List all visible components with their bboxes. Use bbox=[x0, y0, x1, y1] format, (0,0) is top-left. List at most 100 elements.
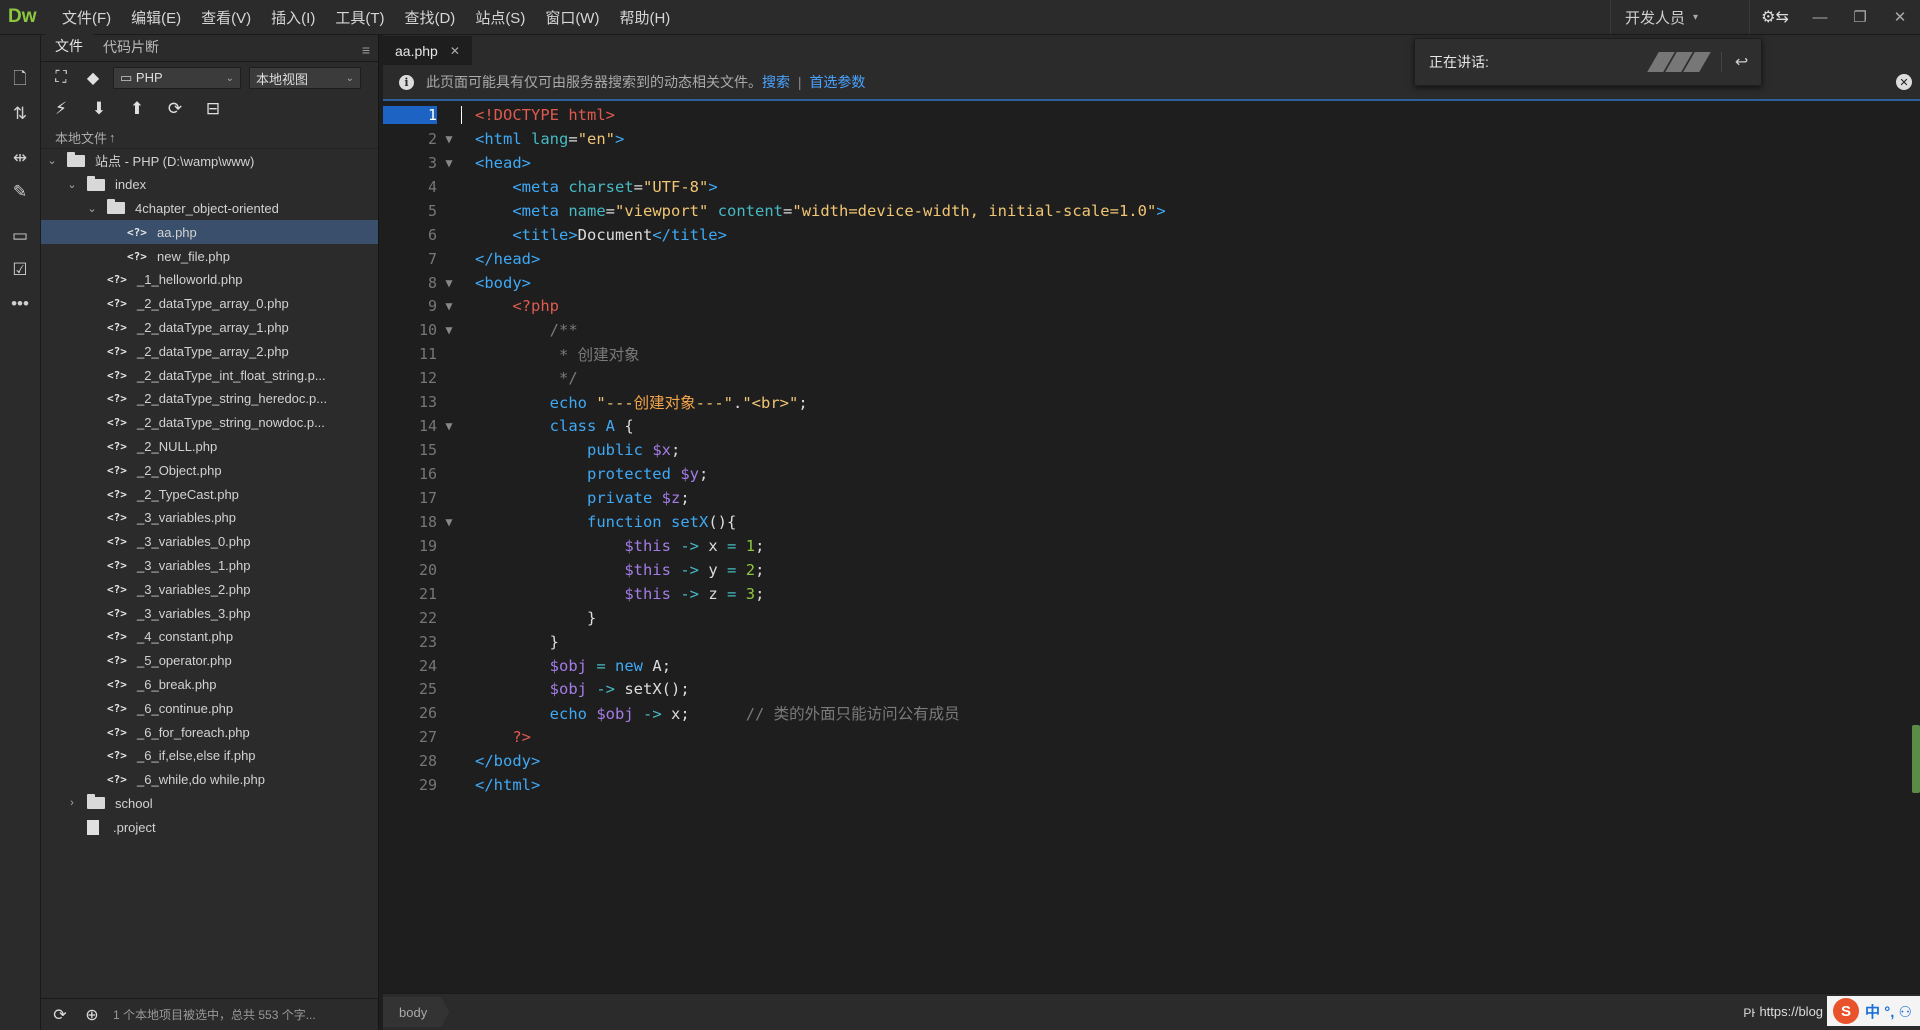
menu-item[interactable]: 插入(I) bbox=[261, 7, 325, 28]
code-line[interactable]: 26 echo $obj -> x; // 类的外面只能访问公有成员 bbox=[383, 701, 1920, 725]
file-transfer-icon[interactable]: ⇅ bbox=[0, 97, 40, 131]
preferences-link[interactable]: 首选参数 bbox=[809, 74, 865, 90]
tree-file[interactable]: <?> _3_variables_0.php bbox=[41, 530, 378, 554]
tab-aa-php[interactable]: aa.php ✕ bbox=[383, 36, 472, 65]
tree-file[interactable]: <?> _6_for_foreach.php bbox=[41, 720, 378, 744]
new-file-icon[interactable]: 🗋 bbox=[0, 63, 40, 97]
code-view[interactable]: 1 <!DOCTYPE html> 2 ▼ <html lang="en"> 3 ▼ <hea… bbox=[383, 103, 1920, 988]
refresh-icon[interactable]: ⟳ bbox=[49, 1005, 71, 1025]
code-line[interactable]: 25 $obj -> setX(); bbox=[383, 678, 1920, 702]
site-select[interactable]: ▭ PHP ⌄ bbox=[113, 67, 241, 89]
code-line[interactable]: 28 </body> bbox=[383, 749, 1920, 773]
code-line[interactable]: 4 <meta charset="UTF-8"> bbox=[383, 175, 1920, 199]
menu-item[interactable]: 工具(T) bbox=[325, 7, 394, 28]
code-line[interactable]: 9 ▼ <?php bbox=[383, 295, 1920, 319]
chevron-down-icon[interactable]: ⌄ bbox=[85, 202, 99, 215]
code-line[interactable]: 2 ▼ <html lang="en"> bbox=[383, 127, 1920, 151]
ime-mode-text[interactable]: 中 °, ⚇ bbox=[1865, 1001, 1912, 1022]
tree-file[interactable]: <?> _2_dataType_int_float_string.p... bbox=[41, 363, 378, 387]
code-line[interactable]: 3 ▼ <head> bbox=[383, 151, 1920, 175]
tree-file[interactable]: .project bbox=[41, 815, 378, 839]
fold-toggle-icon[interactable]: ▼ bbox=[437, 515, 461, 529]
scrollbar-thumb[interactable] bbox=[1912, 725, 1920, 793]
tree-file[interactable]: <?> _6_if,else,else if.php bbox=[41, 744, 378, 768]
code-line[interactable]: 24 $obj = new A; bbox=[383, 654, 1920, 678]
more-icon[interactable]: ••• bbox=[0, 287, 40, 321]
menu-item[interactable]: 帮助(H) bbox=[609, 7, 680, 28]
tree-file[interactable]: <?> _2_dataType_array_1.php bbox=[41, 316, 378, 340]
close-button[interactable]: ✕ bbox=[1880, 8, 1920, 26]
menu-item[interactable]: 站点(S) bbox=[465, 7, 535, 28]
chevron-down-icon[interactable]: ⌄ bbox=[65, 178, 79, 191]
tree-file[interactable]: <?> _2_dataType_string_nowdoc.p... bbox=[41, 411, 378, 435]
put-files-icon[interactable]: ⬆ bbox=[125, 99, 149, 119]
menu-item[interactable]: 编辑(E) bbox=[121, 7, 191, 28]
code-line[interactable]: 12 */ bbox=[383, 366, 1920, 390]
tree-file[interactable]: <?> _6_continue.php bbox=[41, 696, 378, 720]
tree-file[interactable]: <?> _2_TypeCast.php bbox=[41, 482, 378, 506]
fold-toggle-icon[interactable]: ▼ bbox=[437, 419, 461, 433]
fold-toggle-icon[interactable]: ▼ bbox=[437, 323, 461, 337]
fold-toggle-icon[interactable]: ▼ bbox=[437, 276, 461, 290]
chevron-right-icon[interactable]: › bbox=[65, 797, 79, 809]
code-line[interactable]: 19 $this -> x = 1; bbox=[383, 534, 1920, 558]
tab-files[interactable]: 文件 bbox=[45, 32, 93, 61]
code-line[interactable]: 11 * 创建对象 bbox=[383, 342, 1920, 366]
expand-panel-icon[interactable]: ⊟ bbox=[201, 99, 225, 119]
tree-file[interactable]: <?> _3_variables.php bbox=[41, 506, 378, 530]
menu-item[interactable]: 查找(D) bbox=[394, 7, 465, 28]
tree-folder[interactable]: ⌄ 4chapter_object-oriented bbox=[41, 197, 378, 221]
tree-file[interactable]: <?> aa.php bbox=[41, 220, 378, 245]
expand-icon[interactable]: ⇹ bbox=[0, 141, 40, 175]
close-icon[interactable]: ✕ bbox=[450, 44, 460, 58]
code-line[interactable]: 21 $this -> z = 3; bbox=[383, 582, 1920, 606]
panel-menu-icon[interactable]: ≡ bbox=[362, 42, 370, 58]
code-line[interactable]: 6 <title>Document</title> bbox=[383, 223, 1920, 247]
tree-file[interactable]: <?> _2_dataType_array_0.php bbox=[41, 292, 378, 316]
fold-toggle-icon[interactable]: ▼ bbox=[437, 299, 461, 313]
tree-file[interactable]: <?> _4_constant.php bbox=[41, 625, 378, 649]
web-sync-icon[interactable]: ⊕ bbox=[81, 1005, 103, 1025]
code-line[interactable]: 20 $this -> y = 2; bbox=[383, 558, 1920, 582]
code-line[interactable]: 14 ▼ class A { bbox=[383, 414, 1920, 438]
code-line[interactable]: 15 public $x; bbox=[383, 438, 1920, 462]
tree-file[interactable]: <?> _1_helloworld.php bbox=[41, 268, 378, 292]
code-line[interactable]: 29 </html> bbox=[383, 773, 1920, 797]
code-line[interactable]: 10 ▼ /** bbox=[383, 318, 1920, 342]
tree-file[interactable]: <?> _2_Object.php bbox=[41, 458, 378, 482]
tree-file[interactable]: <?> _2_NULL.php bbox=[41, 435, 378, 459]
git-icon[interactable]: ◆ bbox=[81, 66, 105, 90]
code-line[interactable]: 13 echo "---创建对象---"."<br>"; bbox=[383, 390, 1920, 414]
tree-file[interactable]: <?> _6_break.php bbox=[41, 673, 378, 697]
reply-icon[interactable]: ↩ bbox=[1721, 52, 1761, 72]
tree-file[interactable]: <?> _2_dataType_string_heredoc.p... bbox=[41, 387, 378, 411]
fold-toggle-icon[interactable]: ▼ bbox=[437, 156, 461, 170]
brush-icon[interactable]: ✎ bbox=[0, 175, 40, 209]
tree-file[interactable]: <?> _6_while,do while.php bbox=[41, 768, 378, 792]
workspace-switcher[interactable]: 开发人员 ▾ bbox=[1610, 0, 1750, 34]
code-line[interactable]: 1 <!DOCTYPE html> bbox=[383, 103, 1920, 127]
code-line[interactable]: 5 <meta name="viewport" content="width=d… bbox=[383, 199, 1920, 223]
menu-item[interactable]: 文件(F) bbox=[52, 7, 121, 28]
tree-file[interactable]: <?> _3_variables_2.php bbox=[41, 577, 378, 601]
search-link[interactable]: 搜索 bbox=[762, 74, 790, 90]
code-line[interactable]: 8 ▼ <body> bbox=[383, 271, 1920, 295]
minimize-button[interactable]: — bbox=[1800, 9, 1840, 26]
code-line[interactable]: 7 </head> bbox=[383, 247, 1920, 271]
tree-file[interactable]: <?> _5_operator.php bbox=[41, 649, 378, 673]
tree-folder[interactable]: › school bbox=[41, 792, 378, 816]
code-line[interactable]: 23 } bbox=[383, 630, 1920, 654]
get-files-icon[interactable]: ⬇ bbox=[87, 99, 111, 119]
tree-file[interactable]: <?> _3_variables_3.php bbox=[41, 601, 378, 625]
sogou-ime-icon[interactable]: S bbox=[1833, 998, 1860, 1024]
manage-sites-icon[interactable]: ⛶ bbox=[49, 66, 73, 90]
code-line[interactable]: 18 ▼ function setX(){ bbox=[383, 510, 1920, 534]
code-check-icon[interactable]: ☑ bbox=[0, 253, 40, 287]
tree-folder[interactable]: ⌄ 站点 - PHP (D:\wamp\www) bbox=[41, 149, 378, 173]
sync-settings-icon[interactable]: ⚙⇆ bbox=[1750, 7, 1800, 27]
close-icon[interactable]: ✕ bbox=[1896, 74, 1912, 90]
tag-breadcrumb[interactable]: body bbox=[383, 997, 450, 1027]
code-line[interactable]: 16 protected $y; bbox=[383, 462, 1920, 486]
refresh-icon[interactable]: ⟳ bbox=[163, 99, 187, 119]
collapse-arrows-icon[interactable]: « bbox=[0, 35, 49, 45]
